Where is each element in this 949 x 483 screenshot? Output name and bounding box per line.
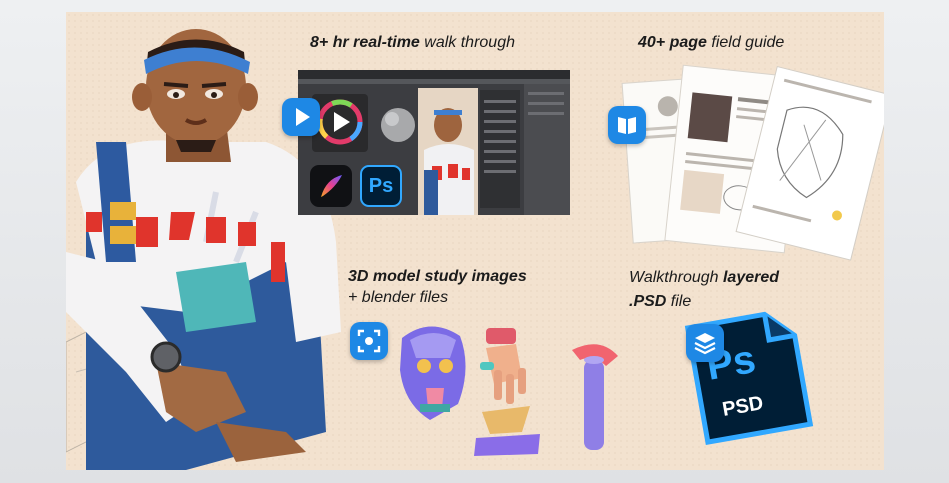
field-guide-pages — [621, 64, 884, 261]
layers-icon — [694, 333, 716, 355]
field-guide-title-rest: field guide — [706, 34, 785, 51]
scan-3d-icon — [357, 329, 381, 353]
psd-title-bold: layered — [722, 269, 780, 286]
field-guide-title-bold: 40+ page — [638, 34, 707, 51]
psd-title-line1: Walkthrough layered — [629, 266, 779, 290]
photoshop-logo-small: Ps — [360, 165, 402, 207]
psd-title-line2-rest: file — [666, 293, 692, 310]
procreate-logo — [310, 165, 352, 207]
models-title-line2-text: + blender files — [348, 289, 449, 306]
models-title: 3D model study images + blender files — [348, 266, 527, 308]
walkthrough-title: 8+ hr real-time walk through — [310, 34, 515, 52]
psd-title-pre: Walkthrough — [629, 269, 723, 286]
psd-title: Walkthrough layered .PSD file — [629, 266, 779, 314]
field-guide-title: 40+ page field guide — [638, 34, 784, 52]
models-title-bold: 3D model study images — [348, 268, 527, 285]
walkthrough-title-bold: 8+ hr real-time — [310, 34, 420, 51]
scan-badge — [350, 322, 388, 360]
book-badge — [608, 106, 646, 144]
layers-badge — [686, 324, 724, 362]
models-title-line1: 3D model study images — [348, 266, 527, 287]
models-title-line2: + blender files — [348, 287, 527, 308]
3d-models-render — [400, 326, 618, 456]
play-icon — [296, 108, 310, 126]
window-frame: 8+ hr real-time walk through Ps 40+ page… — [0, 0, 949, 483]
play-badge — [282, 98, 320, 136]
promo-slide: 8+ hr real-time walk through Ps 40+ page… — [66, 12, 884, 470]
book-icon — [618, 117, 636, 134]
software-screenshot: Ps — [298, 70, 570, 215]
walkthrough-title-rest: walk through — [419, 34, 515, 51]
psd-title-line2-bold: .PSD — [629, 293, 667, 310]
